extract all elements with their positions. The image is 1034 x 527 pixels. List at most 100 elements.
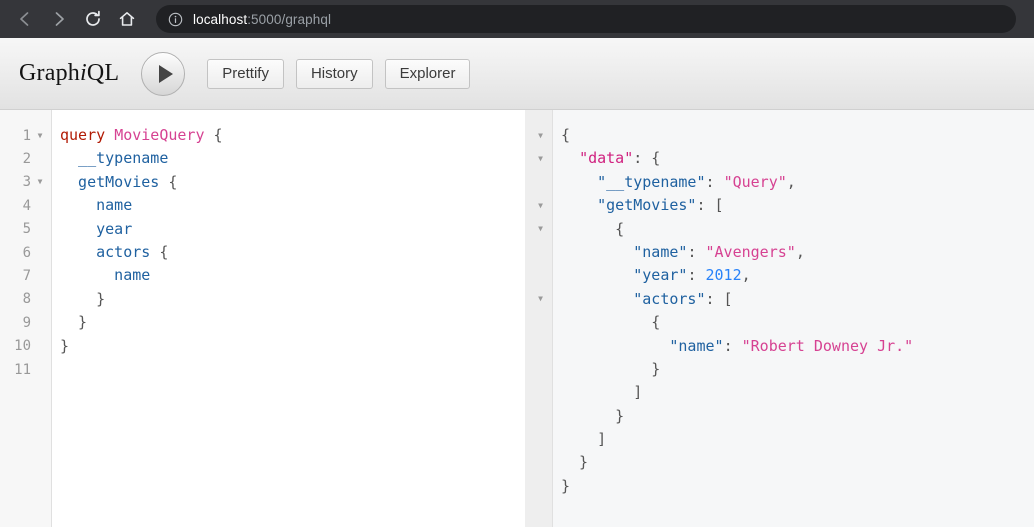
- editor-area: 1▼2▼3▼4▼5▼6▼7▼8▼9▼10▼11▼ query MovieQuer…: [0, 110, 1034, 527]
- line-number-row: 2▼: [0, 147, 51, 170]
- query-line: year: [60, 218, 525, 241]
- prettify-button[interactable]: Prettify: [207, 58, 284, 89]
- code-token: {: [561, 126, 571, 144]
- play-icon: [158, 64, 173, 83]
- forward-button[interactable]: [44, 4, 74, 34]
- result-gutter-row: ▼: [525, 381, 552, 404]
- url-text: localhost:5000/graphql: [193, 12, 331, 27]
- result-line: }: [561, 475, 1034, 498]
- line-number: 2: [22, 151, 31, 168]
- history-button[interactable]: History: [295, 58, 373, 89]
- code-token: {: [150, 242, 169, 261]
- result-line: }: [561, 451, 1034, 474]
- code-token: }: [561, 453, 589, 472]
- query-line: actors {: [60, 241, 525, 264]
- code-token: "getMovies": [597, 196, 697, 215]
- code-token: ]: [561, 430, 607, 449]
- query-line: __typename: [60, 147, 525, 170]
- code-token: :: [723, 336, 742, 355]
- home-button[interactable]: [112, 4, 142, 34]
- code-token: "data": [579, 149, 634, 168]
- code-token: {: [561, 219, 625, 238]
- code-token: }: [60, 336, 70, 355]
- code-token: ,: [741, 266, 751, 285]
- line-number-row: 9▼: [0, 311, 51, 334]
- logo-prefix: Graph: [19, 60, 80, 86]
- code-token: "actors": [633, 289, 706, 308]
- result-gutter-row: ▼: [525, 241, 552, 264]
- query-editor[interactable]: query MovieQuery { __typename getMovies …: [52, 110, 525, 527]
- arrow-left-icon: [20, 12, 29, 26]
- code-token: : [: [705, 289, 733, 308]
- code-token: {: [204, 126, 223, 144]
- result-viewer: { "data": { "__typename": "Query", "getM…: [553, 110, 1034, 527]
- result-gutter-row: ▼: [525, 358, 552, 381]
- logo-suffix: QL: [86, 60, 120, 86]
- result-line: {: [561, 218, 1034, 241]
- query-line: query MovieQuery {: [60, 124, 525, 147]
- result-line: }: [561, 358, 1034, 381]
- code-token: name: [60, 196, 133, 215]
- query-line: name: [60, 194, 525, 217]
- fold-toggle-icon[interactable]: ▼: [536, 131, 546, 140]
- fold-toggle-icon[interactable]: ▼: [35, 178, 45, 186]
- fold-toggle-icon[interactable]: ▼: [536, 225, 546, 233]
- result-gutter-row: ▼: [525, 124, 552, 147]
- code-token: ,: [795, 242, 805, 261]
- result-line: "getMovies": [: [561, 194, 1034, 217]
- code-token: ,: [786, 172, 796, 191]
- result-gutter-row: ▼: [525, 218, 552, 241]
- result-gutter-row: ▼: [525, 451, 552, 474]
- line-number: 9: [22, 314, 31, 331]
- result-gutter-row: ▼: [525, 335, 552, 358]
- info-circle-icon[interactable]: [168, 12, 183, 27]
- query-editor-pane[interactable]: 1▼2▼3▼4▼5▼6▼7▼8▼9▼10▼11▼ query MovieQuer…: [0, 110, 525, 527]
- line-number: 8: [22, 291, 31, 308]
- query-line-number-gutter[interactable]: 1▼2▼3▼4▼5▼6▼7▼8▼9▼10▼11▼: [0, 110, 52, 527]
- url-host: localhost: [193, 11, 248, 27]
- fold-toggle-icon[interactable]: ▼: [35, 131, 45, 140]
- back-button[interactable]: [10, 4, 40, 34]
- code-token: :: [687, 266, 706, 285]
- result-line: "name": "Avengers",: [561, 241, 1034, 264]
- result-fold-gutter[interactable]: ▼▼▼▼▼▼▼▼▼▼▼▼▼▼▼▼: [525, 110, 553, 527]
- line-number-row: 4▼: [0, 194, 51, 217]
- result-gutter-row: ▼: [525, 171, 552, 194]
- code-token: }: [561, 359, 661, 378]
- code-token: "year": [633, 266, 688, 285]
- line-number-row: 6▼: [0, 241, 51, 264]
- result-viewer-pane[interactable]: ▼▼▼▼▼▼▼▼▼▼▼▼▼▼▼▼ { "data": { "__typename…: [525, 110, 1034, 527]
- code-token: :: [687, 242, 706, 261]
- code-token: __typename: [60, 149, 169, 168]
- result-line: "data": {: [561, 147, 1034, 170]
- fold-toggle-icon[interactable]: ▼: [536, 155, 546, 163]
- code-token: "Avengers": [705, 242, 796, 261]
- address-bar[interactable]: localhost:5000/graphql: [156, 5, 1016, 33]
- explorer-button[interactable]: Explorer: [384, 58, 471, 89]
- result-line: "name": "Robert Downey Jr.": [561, 335, 1034, 358]
- reload-button[interactable]: [78, 4, 108, 34]
- result-line: "year": 2012,: [561, 264, 1034, 287]
- code-token: {: [159, 172, 178, 191]
- line-number-row: 3 ▼: [0, 171, 51, 194]
- code-token: year: [60, 219, 133, 238]
- result-gutter-row: ▼: [525, 288, 552, 311]
- fold-toggle-icon[interactable]: ▼: [536, 295, 546, 303]
- browser-chrome: localhost:5000/graphql: [0, 0, 1034, 38]
- line-number-row: 5▼: [0, 218, 51, 241]
- fold-toggle-icon[interactable]: ▼: [536, 201, 546, 210]
- line-number-row: 8▼: [0, 288, 51, 311]
- code-token: 2012: [705, 266, 742, 285]
- graphiql-toolbar: GraphiQL Prettify History Explorer: [0, 38, 1034, 110]
- execute-query-button[interactable]: [141, 51, 186, 96]
- code-token: }: [561, 406, 625, 425]
- result-gutter-row: ▼: [525, 475, 552, 498]
- result-line: "__typename": "Query",: [561, 171, 1034, 194]
- line-number: 6: [22, 244, 31, 261]
- graphiql-logo: GraphiQL: [19, 60, 119, 87]
- query-line: }: [60, 288, 525, 311]
- line-number: 11: [14, 361, 31, 378]
